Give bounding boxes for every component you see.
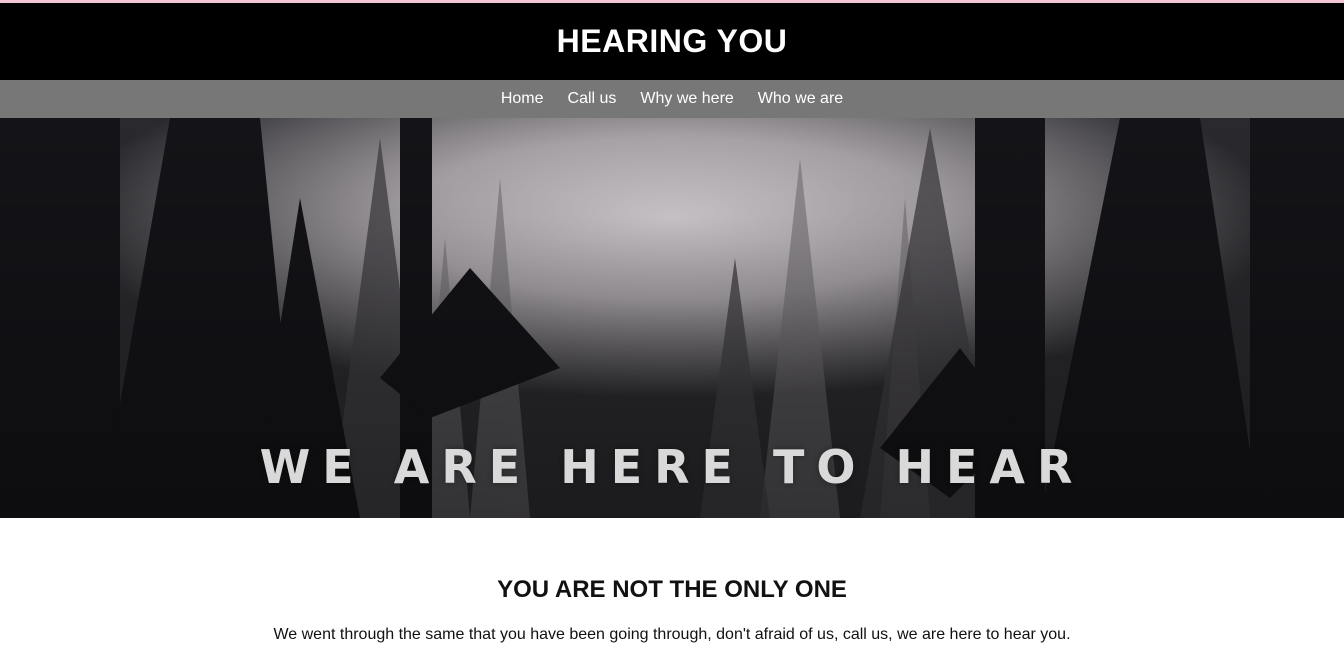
hero-banner: WE ARE HERE TO HEAR [0,118,1344,518]
section-title: YOU ARE NOT THE ONLY ONE [497,576,847,603]
nav-link-why-we-here[interactable]: Why we here [628,90,745,108]
nav-link-who-we-are[interactable]: Who we are [746,90,855,108]
hero-tagline: WE ARE HERE TO HEAR [259,440,1085,494]
main-nav: Home Call us Why we here Who we are [0,80,1344,118]
nav-link-home[interactable]: Home [489,90,556,108]
site-header: HEARING YOU [0,3,1344,80]
section-text: We went through the same that you have b… [273,626,1071,643]
site-title: HEARING YOU [556,23,788,59]
nav-link-call-us[interactable]: Call us [556,90,629,108]
main-content: YOU ARE NOT THE ONLY ONE We went through… [0,518,1344,644]
